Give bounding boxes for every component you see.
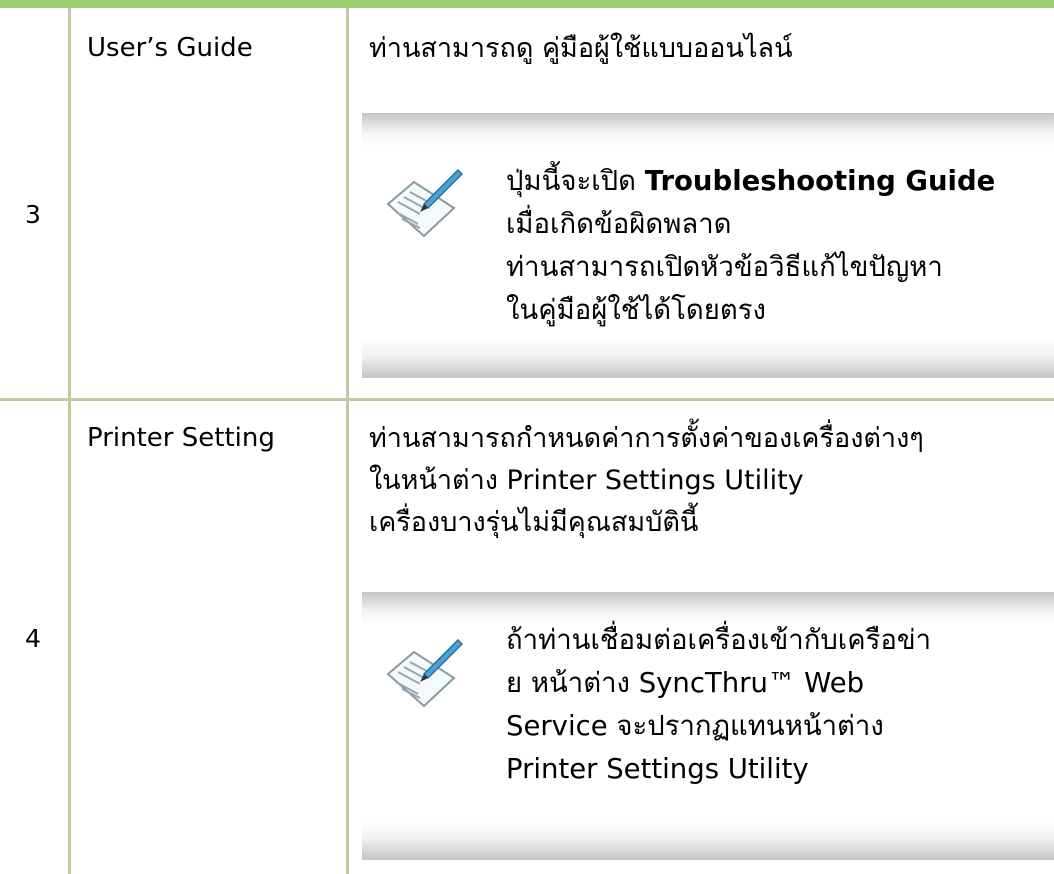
row-number: 4 (25, 624, 41, 653)
description-line: เครื่องบางรุ่นไม่มีคุณสมบัตินี้ (369, 507, 699, 538)
note-line: ท่านสามารถเปิดหัวข้อวิธีแก้ไขปัญหา (506, 251, 943, 283)
note-text: ปุ่มนี้จะเปิด Troubleshooting Guide เมื่… (506, 160, 1048, 332)
note-line: ถ้าท่านเชื่อมต่อเครื่องเข้ากับเครือข่า (506, 624, 932, 656)
note-pencil-icon (386, 638, 464, 708)
row-number: 3 (25, 200, 41, 229)
note-line: ในคู่มือผู้ใช้ได้โดยตรง (506, 294, 766, 326)
table-top-bar (0, 0, 1054, 8)
description-line: ท่านสามารถกำหนดค่าการตั้งค่าของเครื่องต่… (369, 423, 924, 454)
feature-name: Printer Setting (87, 423, 275, 453)
feature-description: ท่านสามารถดู คู่มือผู้ใช้แบบออนไลน์ (369, 28, 793, 70)
column-divider (346, 8, 349, 874)
feature-name: User’s Guide (87, 33, 253, 63)
note-line: ปุ่มนี้จะเปิด Troubleshooting Guide (506, 165, 996, 197)
description-line: ในหน้าต่าง Printer Settings Utility (369, 465, 804, 496)
description-line: ท่านสามารถดู คู่มือผู้ใช้แบบออนไลน์ (369, 33, 793, 64)
column-divider (68, 8, 71, 874)
note-pencil-icon (386, 168, 464, 238)
feature-description: ท่านสามารถกำหนดค่าการตั้งค่าของเครื่องต่… (369, 418, 924, 544)
note-line: Printer Settings Utility (506, 753, 809, 785)
note-line: เมื่อเกิดข้อผิดพลาด (506, 208, 732, 240)
note-line: Service จะปรากฏแทนหน้าต่าง (506, 710, 884, 742)
note-box: ถ้าท่านเชื่อมต่อเครื่องเข้ากับเครือข่า ย… (362, 592, 1054, 860)
note-text: ถ้าท่านเชื่อมต่อเครื่องเข้ากับเครือข่า ย… (506, 619, 1048, 791)
row-divider (0, 398, 1054, 401)
note-line: ย หน้าต่าง SyncThru™ Web (506, 667, 865, 699)
note-box: ปุ่มนี้จะเปิด Troubleshooting Guide เมื่… (362, 113, 1054, 378)
